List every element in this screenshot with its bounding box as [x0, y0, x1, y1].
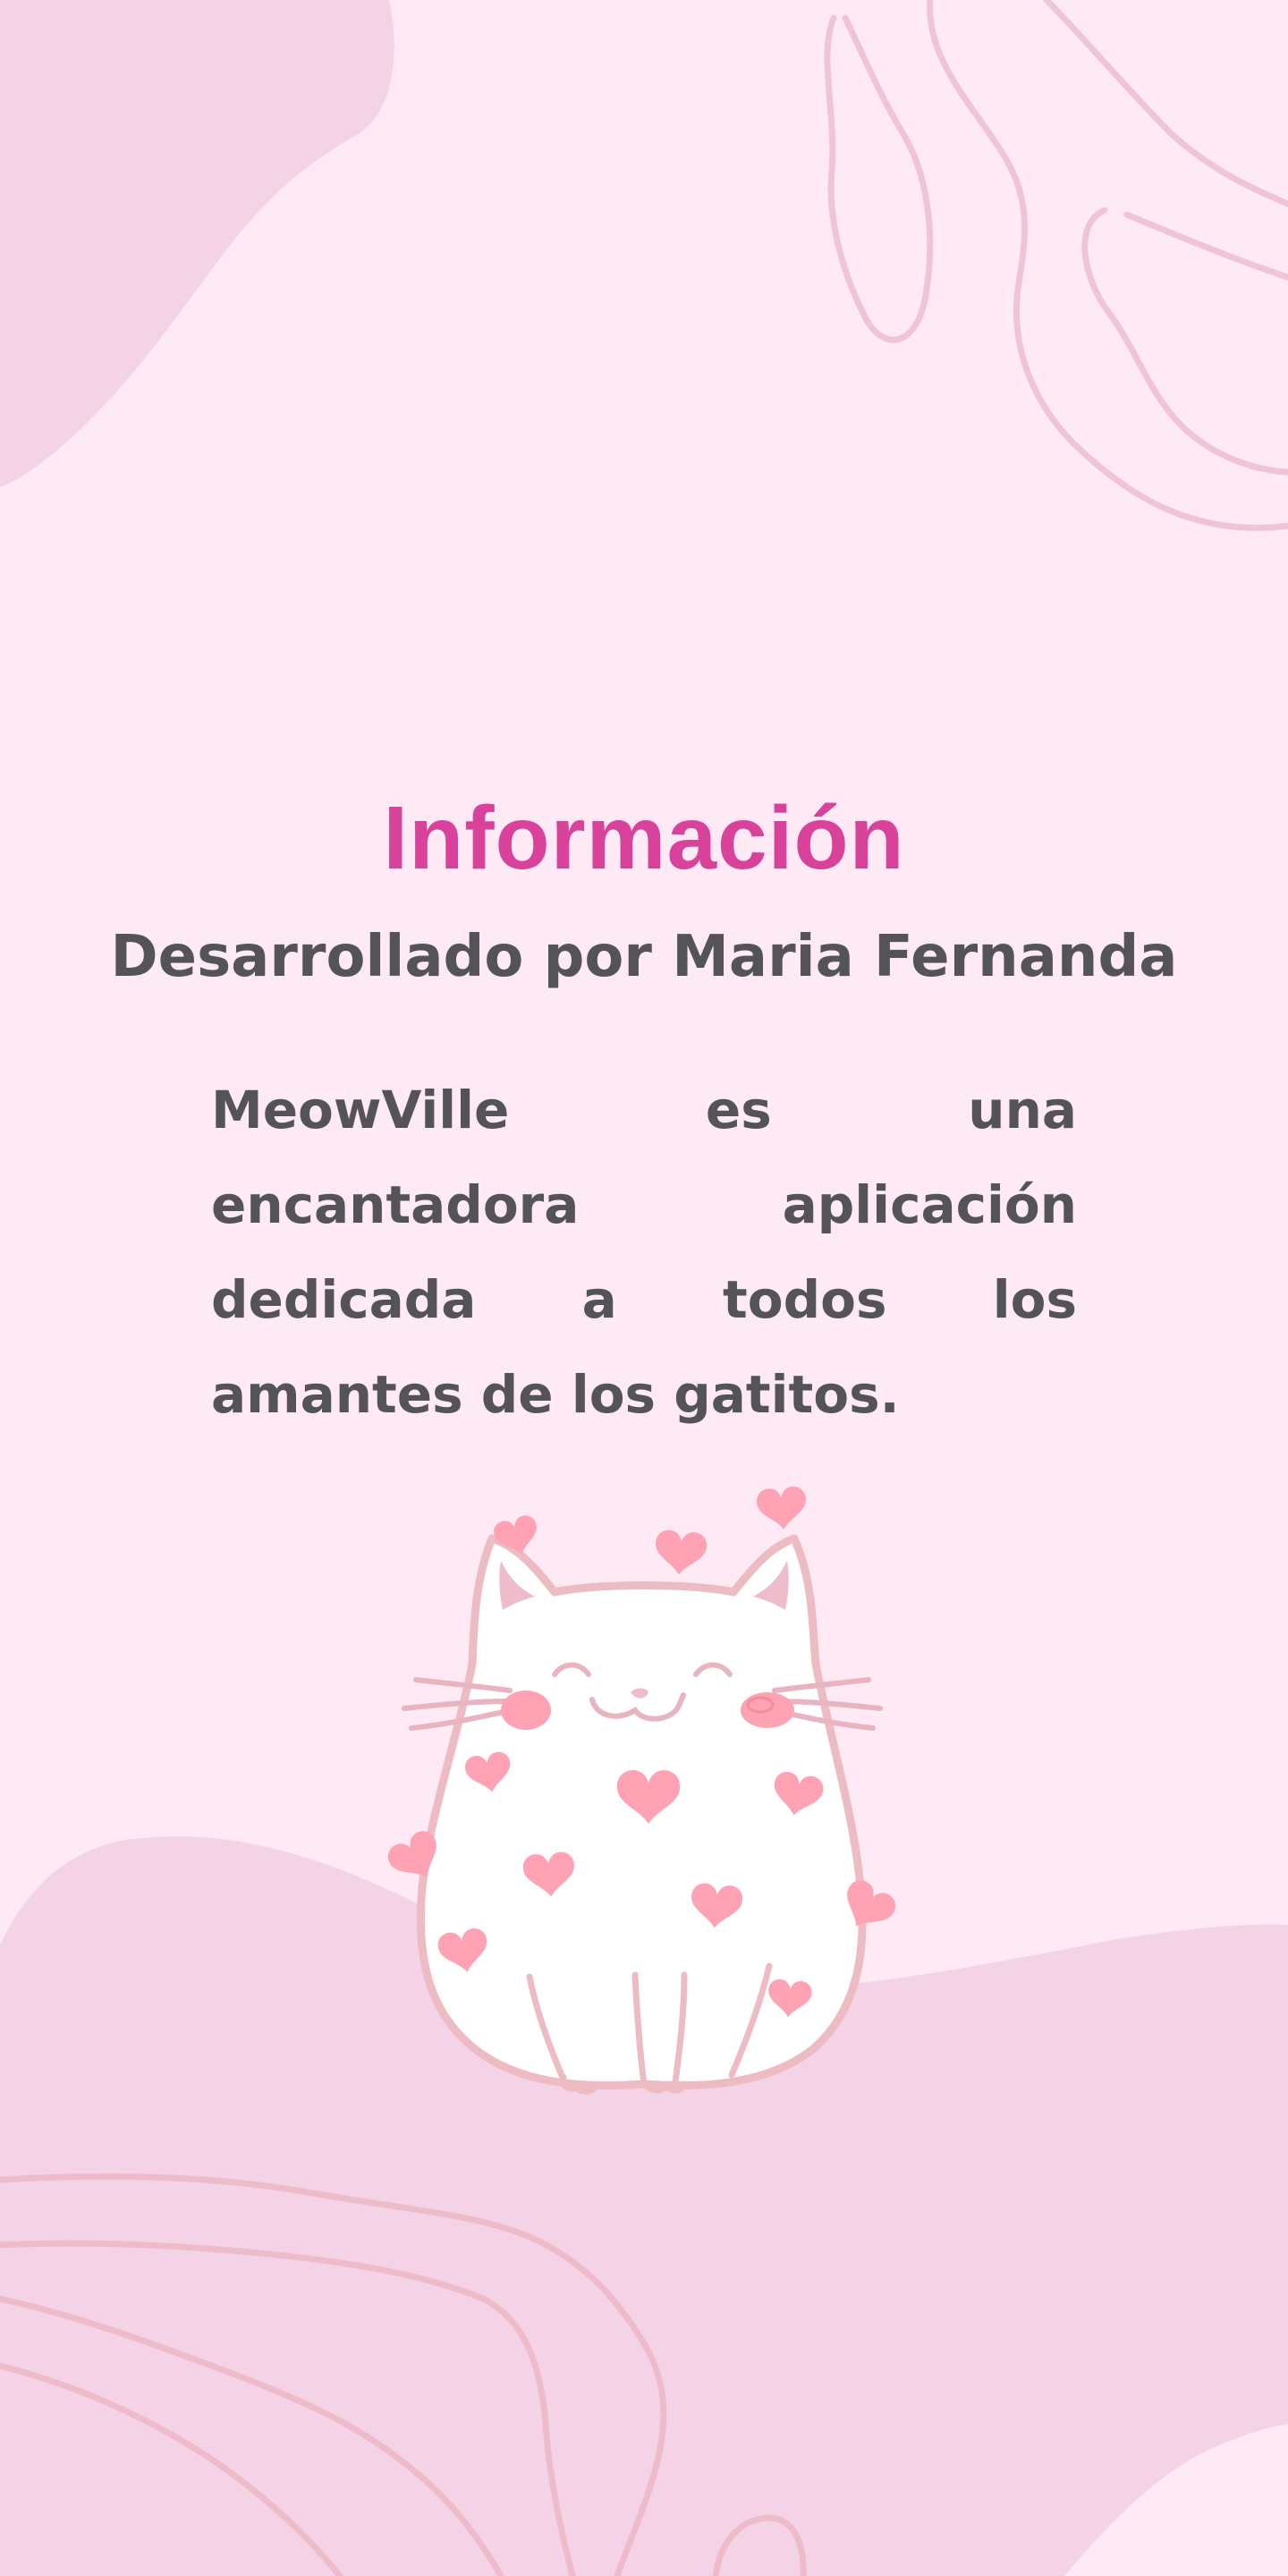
page-title: Información — [383, 788, 905, 888]
developer-credit: Desarrollado por Maria Fernanda — [110, 924, 1178, 990]
top-left-blob — [0, 0, 394, 487]
top-right-swirl-3 — [1043, 0, 1288, 208]
app-description: MeowVille es una encantadora aplicación … — [211, 1080, 1077, 1425]
kitten-with-hearts-icon — [383, 1485, 901, 2095]
top-right-swirl-2 — [927, 0, 1288, 531]
kitten-left-cheek — [501, 1690, 551, 1730]
top-right-swirl-5 — [1123, 211, 1288, 281]
info-screen: Información Desarrollado por Maria Ferna… — [0, 0, 1288, 2576]
top-right-swirl-4 — [1081, 207, 1288, 476]
top-right-swirl-1 — [824, 14, 934, 343]
